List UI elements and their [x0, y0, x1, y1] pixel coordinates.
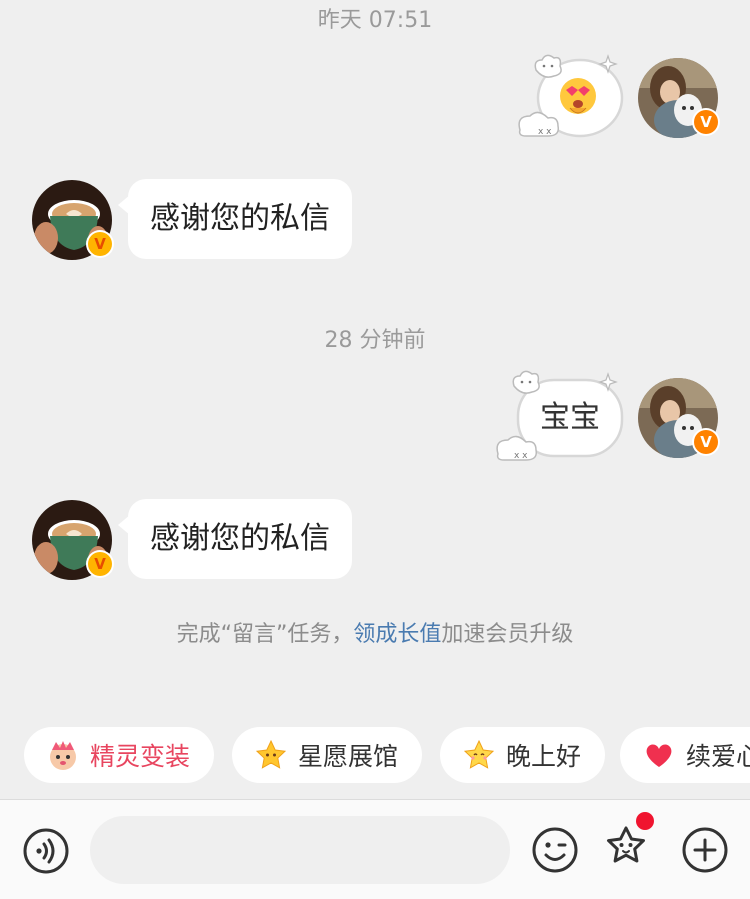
system-tip-suffix: 加速会员升级 [441, 622, 574, 647]
message-input[interactable] [90, 816, 510, 884]
sender-avatar[interactable]: V [32, 180, 114, 260]
sprite-button[interactable] [600, 812, 656, 878]
chip-continue-love[interactable]: 续爱心 [620, 727, 750, 783]
chip-label: 星愿展馆 [298, 742, 399, 771]
smiley-icon [532, 827, 578, 873]
sent-message-text: 宝宝 [540, 400, 600, 435]
svg-text:x x: x x [538, 127, 552, 137]
system-tip-prefix: 完成“留言”任务， [176, 622, 354, 647]
quick-reply-chips: 精灵变装 星愿展馆 晚上好 续爱心 [24, 727, 750, 783]
sprite-icon [46, 738, 80, 772]
emoji-button[interactable] [530, 825, 580, 879]
timestamp: 28 分钟前 [324, 328, 426, 353]
voice-button[interactable] [22, 827, 70, 879]
received-message-bubble[interactable]: 感谢您的私信 [118, 179, 352, 259]
star-face-icon [462, 738, 496, 772]
verified-badge: V [692, 108, 720, 136]
verified-badge: V [86, 550, 114, 578]
star-icon [254, 738, 288, 772]
chip-label: 晚上好 [506, 742, 582, 771]
chip-good-evening[interactable]: 晚上好 [440, 727, 606, 783]
chip-sprite-dressup[interactable]: 精灵变装 [24, 727, 215, 783]
timestamp: 昨天 07:51 [317, 8, 433, 33]
love-eyes-sticker-icon: x x [518, 54, 624, 138]
chip-star-gallery[interactable]: 星愿展馆 [232, 727, 423, 783]
growth-value-link[interactable]: 领成长值 [353, 622, 441, 647]
notification-dot [636, 812, 654, 830]
input-bar [0, 799, 750, 899]
sent-message-bubble[interactable]: x x 宝宝 [494, 370, 630, 464]
sticker-bubble[interactable]: x x [512, 50, 630, 142]
sender-avatar[interactable]: V [32, 500, 114, 580]
verified-badge: V [692, 428, 720, 456]
voice-icon [23, 828, 69, 874]
plus-icon [682, 827, 728, 873]
system-tip: 完成“留言”任务，领成长值加速会员升级 [0, 616, 750, 648]
chip-label: 精灵变装 [90, 742, 191, 771]
heart-icon [642, 738, 676, 772]
chip-label: 续爱心 [686, 742, 750, 771]
add-button[interactable] [680, 825, 730, 879]
received-message-bubble[interactable]: 感谢您的私信 [118, 499, 352, 579]
verified-badge: V [86, 230, 114, 258]
my-avatar[interactable]: V [638, 378, 720, 458]
my-avatar[interactable]: V [638, 58, 720, 138]
